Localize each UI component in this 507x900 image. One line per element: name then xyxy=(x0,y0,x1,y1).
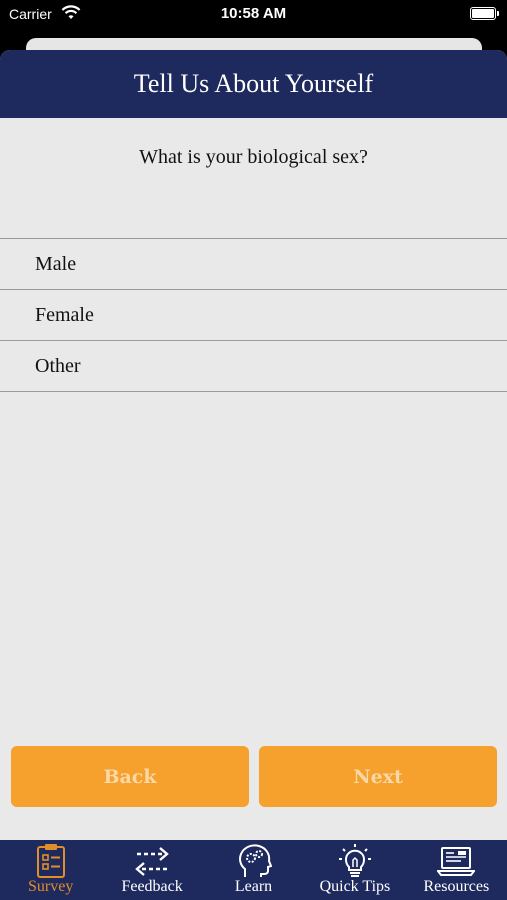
tab-label: Learn xyxy=(234,878,273,895)
tab-quick-tips[interactable]: Quick Tips xyxy=(304,840,405,900)
option-female[interactable]: Female xyxy=(0,290,507,341)
laptop-icon xyxy=(437,847,476,876)
arrows-exchange-icon xyxy=(135,847,169,876)
question-text: What is your biological sex? xyxy=(139,146,368,168)
status-bar: Carrier 10:58 AM xyxy=(0,0,507,30)
tab-feedback[interactable]: Feedback xyxy=(101,840,202,900)
tab-bar: Survey Feedback Learn Quick Tips Resourc… xyxy=(0,840,507,900)
tab-label: Resources xyxy=(423,878,490,895)
tab-survey[interactable]: Survey xyxy=(0,840,101,900)
head-gears-icon xyxy=(238,844,272,877)
option-male[interactable]: Male xyxy=(0,239,507,290)
lightbulb-icon xyxy=(338,844,371,877)
next-button[interactable]: Next xyxy=(259,746,497,807)
battery-icon xyxy=(470,7,499,20)
clipboard-icon xyxy=(36,844,65,878)
tab-learn[interactable]: Learn xyxy=(203,840,304,900)
tab-label: Feedback xyxy=(121,878,183,895)
option-other[interactable]: Other xyxy=(0,341,507,392)
answer-options: Male Female Other xyxy=(0,238,507,392)
back-button[interactable]: Back xyxy=(11,746,249,807)
survey-sheet: Tell Us About Yourself What is your biol… xyxy=(0,50,507,840)
tab-label: Survey xyxy=(28,878,74,895)
clock: 10:58 AM xyxy=(220,5,287,22)
page-title: Tell Us About Yourself xyxy=(0,50,507,118)
tab-resources[interactable]: Resources xyxy=(406,840,507,900)
tab-label: Quick Tips xyxy=(319,878,391,895)
